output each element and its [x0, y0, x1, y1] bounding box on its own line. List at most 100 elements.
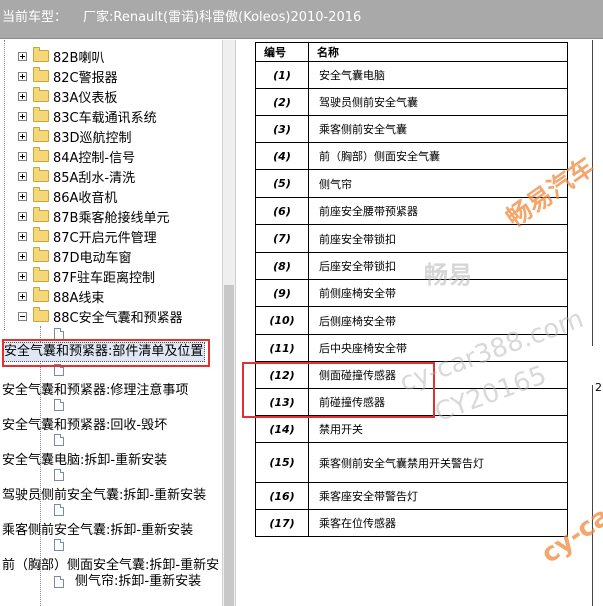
model-label: 当前车型：	[2, 10, 68, 25]
part-name: 前（胸部）侧面安全气囊	[308, 142, 568, 170]
part-name: 乘客在位传感器	[308, 509, 568, 537]
part-name: 乘客侧前安全气囊	[308, 115, 568, 143]
folder-icon	[33, 167, 49, 182]
expand-icon[interactable]	[18, 151, 27, 161]
tree-folder-label: 85A刮水-清洗	[53, 170, 136, 186]
tree-folder[interactable]: 87F驻车距离控制	[18, 266, 155, 286]
tree-folder[interactable]: 87B乘客舱接线单元	[18, 206, 169, 226]
part-number: (11)	[255, 334, 309, 362]
part-name: 禁用开关	[308, 415, 568, 443]
diagram-border	[592, 385, 593, 606]
part-number: (3)	[255, 115, 309, 143]
tree-leaf[interactable]: 安全气囊电脑:拆卸-重新安装	[2, 452, 167, 470]
part-number: (14)	[255, 415, 309, 443]
expand-icon[interactable]	[18, 271, 27, 281]
part-name: 前侧座椅安全带	[308, 279, 568, 307]
table-row: (7) 前座安全带锁扣	[255, 224, 568, 253]
tree-folder-label: 83C车载通讯系统	[53, 110, 157, 126]
highlight-box-sensors	[242, 362, 435, 418]
tree-folder[interactable]: 87D电动车窗	[18, 246, 132, 266]
expand-icon[interactable]	[18, 111, 27, 121]
tree-folder[interactable]: 88A线束	[18, 286, 104, 306]
table-row: (8) 后座安全带锁扣	[255, 252, 568, 280]
folder-icon	[33, 287, 49, 302]
folder-icon	[33, 247, 49, 262]
tree-folder-label: 83A仪表板	[53, 90, 118, 106]
tree-leaf[interactable]: 侧气帘:拆卸-重新安装	[75, 573, 201, 591]
folder-icon	[33, 47, 49, 62]
part-number: (5)	[255, 169, 309, 198]
document-icon	[54, 504, 64, 516]
folder-icon	[33, 127, 49, 142]
tree-folder[interactable]: 88C安全气囊和预紧器	[18, 306, 183, 326]
tree-leaf[interactable]: 安全气囊和预紧器:修理注意事项	[2, 382, 188, 400]
scrollbar-thumb[interactable]	[224, 285, 234, 606]
folder-icon	[33, 207, 49, 222]
expand-icon[interactable]	[18, 131, 27, 141]
expand-icon[interactable]	[18, 51, 27, 61]
expand-icon[interactable]	[18, 71, 27, 81]
tree-folder-label: 82B喇叭	[53, 50, 105, 66]
tree-folder-label: 86A收音机	[53, 190, 118, 206]
part-number: (7)	[255, 224, 309, 253]
tree-folder[interactable]: 82C警报器	[18, 66, 118, 86]
tree-folder[interactable]: 82B喇叭	[18, 46, 104, 66]
document-icon	[54, 539, 64, 551]
part-number: (1)	[255, 61, 309, 89]
table-row: (17) 乘客在位传感器	[255, 509, 568, 537]
tree-folder-label: 87C开启元件管理	[53, 230, 157, 246]
tree-guide-line	[4, 40, 5, 330]
part-name: 前座安全腰带预紧器	[308, 197, 568, 225]
tree-folder[interactable]: 83A仪表板	[18, 86, 117, 106]
collapse-icon[interactable]	[18, 311, 27, 321]
part-number: (9)	[255, 279, 309, 307]
expand-icon[interactable]	[18, 211, 27, 221]
table-row: (2) 驾驶员侧前安全气囊	[255, 88, 568, 116]
part-number: (17)	[255, 509, 309, 537]
document-icon	[54, 399, 64, 411]
tree-folder-label: 87D电动车窗	[53, 250, 132, 266]
part-name: 后侧座椅安全带	[308, 306, 568, 335]
tree-scrollbar[interactable]	[222, 40, 236, 606]
tree-leaf[interactable]: 驾驶员侧前安全气囊:拆卸-重新安装	[2, 487, 206, 505]
parts-table: 编号 名称 (1) 安全气囊电脑 (2) 驾驶员侧前安全气囊 (3) 乘客侧前安全气囊 (4…	[255, 42, 568, 537]
folder-icon	[33, 67, 49, 82]
tree-folder-label: 82C警报器	[53, 70, 118, 86]
table-row: (9) 前侧座椅安全带	[255, 279, 568, 307]
tree-folder[interactable]: 86A收音机	[18, 186, 117, 206]
part-name: 后中央座椅安全带	[308, 334, 568, 362]
model-name: 厂家:Renault(雷诺)科雷傲(Koleos)2010-2016	[83, 10, 362, 25]
tree-leaf[interactable]: 乘客侧前安全气囊:拆卸-重新安装	[2, 522, 193, 540]
tree-folder[interactable]: 83D巡航控制	[18, 126, 132, 146]
part-name: 前座安全带锁扣	[308, 224, 568, 253]
expand-icon[interactable]	[18, 291, 27, 301]
folder-icon	[33, 87, 49, 102]
tree-folder[interactable]: 83C车载通讯系统	[18, 106, 157, 126]
column-header-number: 编号	[255, 42, 309, 62]
navigation-tree[interactable]: 82B喇叭 82C警报器 83A仪表板 83C车载通讯系统 83D巡航控制 84A控制-信…	[0, 40, 222, 606]
expand-icon[interactable]	[18, 91, 27, 101]
table-header-row: 编号 名称	[255, 42, 568, 62]
tree-folder[interactable]: 85A刮水-清洗	[18, 166, 135, 186]
part-name: 安全气囊电脑	[308, 61, 568, 89]
folder-icon	[33, 307, 49, 322]
table-row: (16) 乘客座安全带警告灯	[255, 482, 568, 510]
tree-folder[interactable]: 84A控制-信号	[18, 146, 135, 166]
expand-icon[interactable]	[18, 171, 27, 181]
tree-folder-label: 84A控制-信号	[53, 150, 136, 166]
tree-folder-label: 83D巡航控制	[53, 130, 132, 146]
tree-folder[interactable]: 87C开启元件管理	[18, 226, 157, 246]
expand-icon[interactable]	[18, 251, 27, 261]
part-name: 后座安全带锁扣	[308, 252, 568, 280]
expand-icon[interactable]	[18, 191, 27, 201]
highlight-box-selected	[2, 339, 210, 367]
part-name: 驾驶员侧前安全气囊	[308, 88, 568, 116]
document-view: 编号 名称 (1) 安全气囊电脑 (2) 驾驶员侧前安全气囊 (3) 乘客侧前安全气囊 (4…	[236, 40, 603, 606]
part-name: 乘客侧前安全气囊禁用开关警告灯	[308, 442, 568, 483]
tree-leaf[interactable]: 安全气囊和预紧器:回收-毁坏	[2, 417, 167, 435]
document-icon	[54, 576, 64, 588]
expand-icon[interactable]	[18, 231, 27, 241]
folder-icon	[33, 107, 49, 122]
folder-icon	[33, 187, 49, 202]
table-row: (15) 乘客侧前安全气囊禁用开关警告灯	[255, 442, 568, 483]
